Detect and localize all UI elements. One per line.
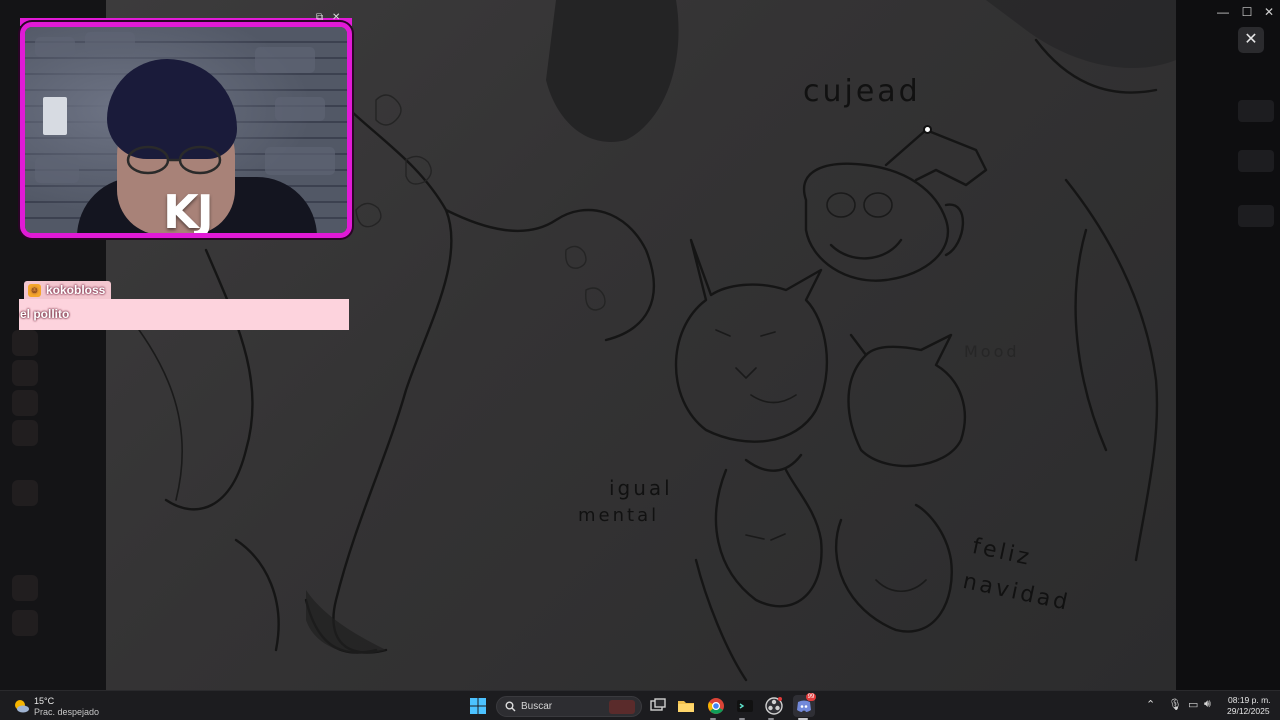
- start-windows-icon[interactable]: [467, 695, 489, 717]
- wall-stone: [265, 147, 335, 175]
- chat-username-tag: ☺ kokobloss: [24, 281, 112, 300]
- search-label: Buscar: [521, 701, 553, 712]
- terminal-app-icon[interactable]: [734, 695, 756, 717]
- microphone-icon[interactable]: 🎙︎: [1168, 698, 1182, 711]
- clock-date[interactable]: 29/12/2025: [1227, 706, 1270, 716]
- minimize-button[interactable]: —: [1212, 4, 1234, 20]
- chat-username: kokobloss: [46, 283, 106, 297]
- discord-notification-badge: 99: [806, 693, 816, 701]
- file-explorer-icon[interactable]: [675, 695, 697, 717]
- volume-icon[interactable]: 🔊︎: [1204, 698, 1211, 711]
- mouse-cursor-icon: [923, 125, 932, 134]
- chrome-icon[interactable]: [705, 695, 727, 717]
- maximize-button[interactable]: ☐: [1236, 4, 1258, 20]
- screen: cujead Mood igual mental feliz navidad —…: [0, 0, 1280, 720]
- bg-app-icon: [12, 575, 38, 601]
- webcam-overlay: KJ: [20, 22, 352, 238]
- weather-description: Prac. despejado: [34, 707, 100, 717]
- window-close-button[interactable]: ✕: [1258, 4, 1280, 20]
- chat-message-text: el pollito: [19, 299, 349, 330]
- taskbar-search[interactable]: Buscar: [496, 696, 642, 717]
- drawing-label-igual: igual: [609, 476, 673, 500]
- webcam-scene: KJ: [25, 27, 347, 233]
- bg-block: [1238, 100, 1274, 122]
- bg-app-icon: [12, 610, 38, 636]
- drawing-label-cuphead: cujead: [803, 74, 921, 109]
- glasses-icon: [126, 145, 222, 175]
- bg-block: [1238, 205, 1274, 227]
- taskbar: 15°C Prac. despejado Buscar 99 ⌃ 🎙︎ ▭ 🔊︎…: [0, 690, 1280, 720]
- wall-stone: [275, 97, 325, 121]
- search-highlight-icon: [609, 700, 635, 714]
- wall-stone: [35, 37, 75, 57]
- task-view-icon[interactable]: [647, 695, 669, 717]
- bg-app-icon: [12, 480, 38, 506]
- obs-studio-icon[interactable]: [763, 695, 785, 717]
- bg-block: [1238, 150, 1274, 172]
- wall-outlet: [43, 97, 67, 135]
- drawing-label-mood: Mood: [964, 342, 1020, 361]
- network-icon[interactable]: ▭: [1188, 698, 1198, 711]
- weather-sun-icon: [15, 700, 29, 713]
- bg-app-icon: [12, 360, 38, 386]
- clock-time[interactable]: 08:19 p. m.: [1228, 695, 1271, 705]
- wall-stone: [255, 47, 315, 73]
- close-fullscreen-button[interactable]: ✕: [1238, 27, 1264, 53]
- webcam-close-icon[interactable]: ✕: [332, 12, 340, 23]
- user-badge-icon: ☺: [28, 284, 41, 297]
- webcam-popout-icon[interactable]: ⧉: [316, 12, 323, 23]
- weather-temperature: 15°C: [34, 696, 55, 706]
- search-icon: [505, 701, 516, 712]
- bg-app-icon: [12, 420, 38, 446]
- tray-chevron-up-icon[interactable]: ⌃: [1146, 698, 1155, 711]
- wall-stone: [35, 157, 79, 183]
- bg-app-icon: [12, 330, 38, 356]
- webcam-initials: KJ: [163, 185, 214, 238]
- wall-stone: [85, 32, 135, 54]
- background-app-right: [1176, 0, 1280, 690]
- bg-app-icon: [12, 390, 38, 416]
- drawing-label-mental: mental: [578, 505, 660, 526]
